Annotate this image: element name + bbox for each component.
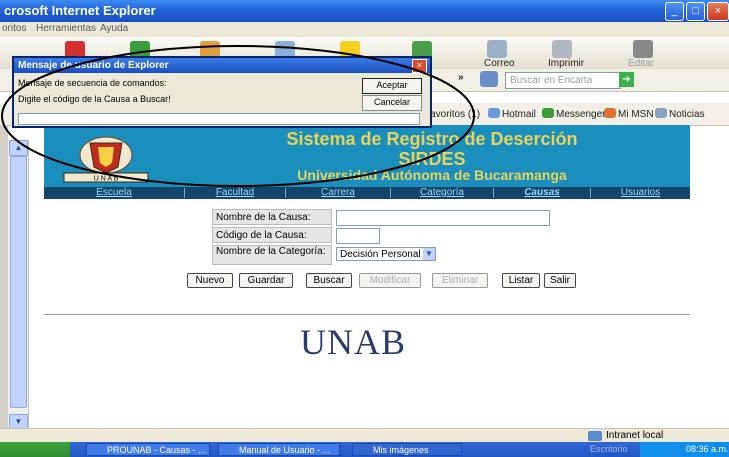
menu-favorites[interactable]: oritos [2,23,26,34]
category-select[interactable]: Decisión Personal ▼ [336,247,436,261]
scroll-thumb[interactable] [10,156,27,408]
favorites-link[interactable]: Favoritos (1) [424,109,480,120]
nav-usuarios[interactable]: Usuarios [591,187,690,198]
print-icon[interactable] [552,40,572,58]
modify-button[interactable]: Modificar [359,273,421,288]
taskbar: PROUNAB - Causas - ... Manual de Usuario… [0,442,729,457]
start-button[interactable] [0,442,70,457]
task-manual[interactable]: Manual de Usuario - ... [218,443,340,456]
delete-button[interactable]: Eliminar [432,273,488,288]
new-button[interactable]: Nuevo [187,273,233,288]
prompt-dialog: Mensaje de usuario de Explorer × Mensaje… [12,56,432,128]
menu-tools[interactable]: Herramientas [36,23,96,34]
encarta-search-input[interactable]: Buscar en Encarta [505,72,621,89]
messenger-link[interactable]: Messenger [556,109,605,120]
footer-brand: UNAB [300,322,407,362]
code-label: Código de la Causa: [212,227,332,243]
left-frame-strip [0,125,8,428]
cancel-button[interactable]: Cancelar [362,95,422,111]
hotmail-icon [488,108,500,118]
mimsn-link[interactable]: Mi MSN [618,109,654,120]
print-label[interactable]: Imprimir [548,58,584,69]
nav-categoria[interactable]: Categoría [391,187,493,198]
dialog-message-2: Digite el código de la Causa a Buscar! [18,94,171,104]
category-label: Nombre de la Categoría: [212,245,332,265]
security-zone: Intranet local [606,430,664,441]
maximize-button[interactable]: □ [686,2,705,21]
intranet-icon [588,431,602,441]
edit-icon[interactable] [633,40,653,58]
exit-button[interactable]: Salir [544,273,576,288]
news-icon [655,108,667,118]
nav-carrera[interactable]: Carrera [286,187,390,198]
name-label: Nombre de la Causa: [212,209,332,225]
nav-facultad[interactable]: Facultad [185,187,285,198]
scroll-up-icon[interactable]: ▲ [9,140,28,156]
window-title: crosoft Internet Explorer [4,3,156,18]
mail-icon[interactable] [487,40,507,58]
task-mis-imagenes[interactable]: Mis imágenes [352,443,462,456]
news-link[interactable]: Noticias [669,109,705,120]
mail-label[interactable]: Correo [484,58,515,69]
menu-help[interactable]: Ayuda [100,23,128,34]
hotmail-link[interactable]: Hotmail [502,109,536,120]
dialog-message-1: Mensaje de secuencia de comandos: [18,78,167,88]
status-bar: Intranet local [0,428,729,443]
dialog-input[interactable] [18,113,420,125]
encarta-icon [480,71,498,87]
header-banner: U N A B Sistema de Registro de Deserción… [44,125,690,187]
clock: 08:36 a.m. [686,444,729,454]
close-icon[interactable]: × [707,2,729,21]
category-value: Decisión Personal [340,249,421,260]
ok-button[interactable]: Aceptar [362,78,422,94]
system-title: Sistema de Registro de Deserción [286,129,578,149]
desktop-label[interactable]: Escritorio [590,444,628,454]
code-input[interactable] [336,228,380,244]
nav-causas[interactable]: Causas [494,187,590,198]
vertical-scrollbar[interactable]: ▲ ▼ [8,140,29,430]
university-name: Universidad Autónoma de Bucaramanga [297,167,567,183]
university-logo: U N A B [63,136,149,183]
system-tray: 08:36 a.m. [640,442,729,457]
task-prounab[interactable]: PROUNAB - Causas - ... [86,443,210,456]
search-button[interactable]: Buscar [306,273,352,288]
toolbar-chevron[interactable]: » [458,72,464,83]
mimsn-icon [604,108,616,118]
list-button[interactable]: Listar [502,273,540,288]
messenger-icon [542,108,554,118]
nav-escuela[interactable]: Escuela [44,187,184,198]
close-icon[interactable]: × [412,59,427,73]
logo-text: U N A B [94,176,119,183]
window-title-bar: crosoft Internet Explorer _ □ × [0,0,729,22]
edit-label[interactable]: Editar [628,58,654,69]
main-nav: Escuela Facultad Carrera Categoría Causa… [44,187,690,199]
divider [44,314,690,315]
menu-bar: oritos Herramientas Ayuda [0,22,729,37]
search-go-icon[interactable]: ➔ [619,72,634,87]
save-button[interactable]: Guardar [239,273,293,288]
minimize-button[interactable]: _ [665,2,684,21]
name-input[interactable] [336,210,550,226]
dialog-title: Mensaje de usuario de Explorer [14,58,430,73]
chevron-down-icon[interactable]: ▼ [423,248,435,260]
